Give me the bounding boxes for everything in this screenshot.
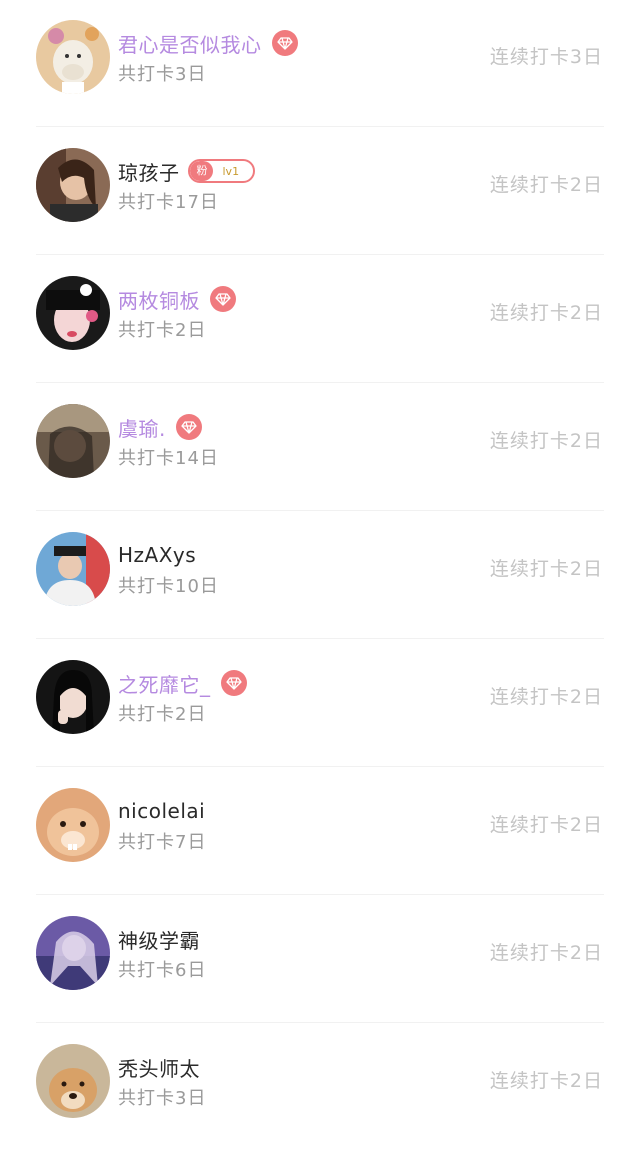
user-name[interactable]: 琼孩子 [118, 157, 180, 186]
streak-count: 连续打卡2日 [489, 942, 603, 964]
name-line: 神级学霸 [118, 923, 200, 955]
total-checkin-count: 共打卡6日 [118, 960, 207, 981]
total-checkin-count: 共打卡2日 [118, 320, 207, 341]
name-line: 虞瑜. [118, 411, 202, 443]
avatar[interactable] [36, 20, 110, 94]
name-line: 君心是否似我心 [118, 27, 298, 59]
user-name[interactable]: 两枚铜板 [118, 285, 200, 314]
user-name[interactable]: nicolelai [118, 799, 205, 823]
name-line: 两枚铜板 [118, 283, 236, 315]
diamond-icon [175, 414, 202, 440]
fan-level-badge: 粉 lv1 [187, 159, 256, 183]
total-checkin-count: 共打卡7日 [118, 832, 207, 853]
list-item[interactable]: 之死靡它_ 共打卡2日 连续打卡2日 [0, 638, 640, 766]
list-item[interactable]: 君心是否似我心 共打卡3日 连续打卡3日 [0, 0, 640, 126]
list-item[interactable]: 琼孩子 粉 lv1 共打卡17日 连续打卡2日 [0, 126, 640, 254]
user-name[interactable]: 秃头师太 [118, 1053, 200, 1082]
avatar[interactable] [36, 916, 110, 990]
checkin-list: 君心是否似我心 共打卡3日 连续打卡3日 琼孩子 粉 lv1 共打卡17日 连续… [0, 0, 640, 1150]
user-name[interactable]: 君心是否似我心 [118, 29, 262, 58]
total-checkin-count: 共打卡2日 [118, 704, 207, 725]
list-item[interactable]: 虞瑜. 共打卡14日 连续打卡2日 [0, 382, 640, 510]
total-checkin-count: 共打卡17日 [118, 192, 219, 213]
list-item[interactable]: 秃头师太 共打卡3日 连续打卡2日 [0, 1022, 640, 1150]
avatar[interactable] [36, 148, 110, 222]
fan-badge-level: lv1 [222, 164, 240, 178]
streak-count: 连续打卡2日 [489, 430, 603, 452]
total-checkin-count: 共打卡3日 [118, 64, 207, 85]
avatar[interactable] [36, 660, 110, 734]
total-checkin-count: 共打卡3日 [118, 1088, 207, 1109]
name-line: 之死靡它_ [118, 667, 247, 699]
fan-badge-label: 粉 [189, 161, 213, 181]
avatar[interactable] [36, 276, 110, 350]
avatar[interactable] [36, 404, 110, 478]
name-line: 琼孩子 粉 lv1 [118, 155, 256, 187]
streak-count: 连续打卡3日 [489, 46, 603, 68]
diamond-icon [210, 286, 236, 312]
list-item[interactable]: nicolelai 共打卡7日 连续打卡2日 [0, 766, 640, 894]
name-line: nicolelai [118, 795, 205, 827]
streak-count: 连续打卡2日 [489, 686, 603, 708]
diamond-icon [271, 30, 298, 56]
streak-count: 连续打卡2日 [489, 174, 603, 196]
list-item[interactable]: 神级学霸 共打卡6日 连续打卡2日 [0, 894, 640, 1022]
user-name[interactable]: HzAXys [118, 543, 196, 567]
diamond-icon [220, 670, 247, 696]
list-item[interactable]: 两枚铜板 共打卡2日 连续打卡2日 [0, 254, 640, 382]
user-name[interactable]: 之死靡它_ [118, 669, 211, 698]
total-checkin-count: 共打卡10日 [118, 576, 219, 597]
streak-count: 连续打卡2日 [489, 302, 603, 324]
list-item[interactable]: HzAXys 共打卡10日 连续打卡2日 [0, 510, 640, 638]
user-name[interactable]: 神级学霸 [118, 925, 200, 954]
avatar[interactable] [36, 532, 110, 606]
user-name[interactable]: 虞瑜. [118, 413, 166, 442]
avatar[interactable] [36, 788, 110, 862]
streak-count: 连续打卡2日 [489, 558, 603, 580]
name-line: 秃头师太 [118, 1051, 200, 1083]
total-checkin-count: 共打卡14日 [118, 448, 219, 469]
streak-count: 连续打卡2日 [489, 814, 603, 836]
name-line: HzAXys [118, 539, 196, 571]
streak-count: 连续打卡2日 [489, 1070, 603, 1092]
